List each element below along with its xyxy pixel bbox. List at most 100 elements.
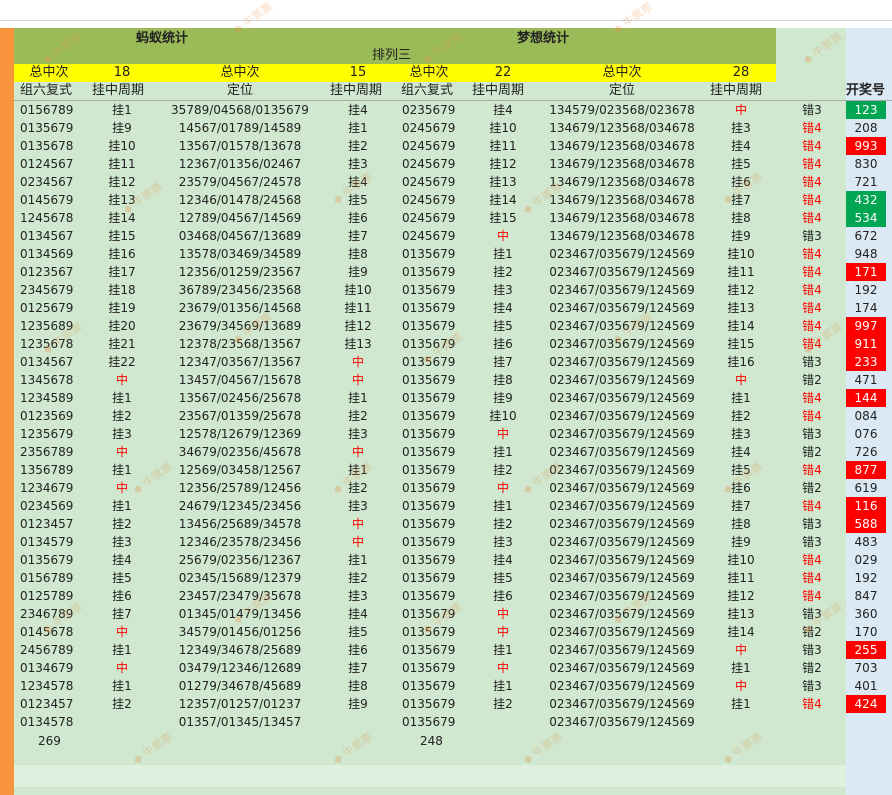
cell-cycle-c[interactable]: 挂1	[472, 497, 534, 515]
cell-cycle-d[interactable]: 挂1	[710, 659, 772, 677]
cell-combo-a[interactable]: 1234589	[20, 389, 90, 407]
cell-combo-b[interactable]: 0245679	[402, 119, 472, 137]
cell-pos-b[interactable]: 023467/035679/124569	[540, 353, 704, 371]
cell-result[interactable]: 877	[846, 461, 886, 479]
cell-pos-a[interactable]: 24679/12345/23456	[160, 497, 320, 515]
cell-cycle-d[interactable]: 挂4	[710, 137, 772, 155]
cell-result[interactable]: 672	[846, 227, 886, 245]
cell-combo-a[interactable]: 2456789	[20, 641, 90, 659]
cell-cycle-b[interactable]: 中	[328, 443, 388, 461]
cell-cycle-b[interactable]: 挂6	[328, 641, 388, 659]
cell-cycle-d[interactable]: 挂3	[710, 425, 772, 443]
cell-cycle-d[interactable]: 挂8	[710, 515, 772, 533]
cell-combo-a[interactable]: 0134569	[20, 245, 90, 263]
cell-pos-b[interactable]: 023467/035679/124569	[540, 245, 704, 263]
cell-pos-a[interactable]: 23679/34569/13689	[160, 317, 320, 335]
cell-combo-a[interactable]: 2345679	[20, 281, 90, 299]
cell-cycle-c[interactable]: 挂4	[472, 299, 534, 317]
cell-cycle-b[interactable]: 挂4	[328, 605, 388, 623]
cell-pos-a[interactable]: 13457/04567/15678	[160, 371, 320, 389]
cell-cycle-b[interactable]: 中	[328, 371, 388, 389]
cell-miss-count[interactable]: 错4	[790, 407, 834, 425]
cell-cycle-c[interactable]: 挂10	[472, 119, 534, 137]
cell-combo-a[interactable]: 0123567	[20, 263, 90, 281]
cell-cycle-c[interactable]: 中	[472, 227, 534, 245]
cell-cycle-a[interactable]: 挂5	[92, 569, 152, 587]
cell-miss-count[interactable]: 错3	[790, 641, 834, 659]
cell-pos-a[interactable]: 01345/01479/13456	[160, 605, 320, 623]
cell-cycle-c[interactable]: 挂8	[472, 371, 534, 389]
cell-cycle-c[interactable]: 挂6	[472, 335, 534, 353]
cell-combo-b[interactable]: 0135679	[402, 335, 472, 353]
cell-cycle-b[interactable]: 中	[328, 533, 388, 551]
cell-result[interactable]: 948	[846, 245, 886, 263]
cell-pos-b[interactable]: 023467/035679/124569	[540, 263, 704, 281]
cell-cycle-d[interactable]: 挂9	[710, 227, 772, 245]
cell-cycle-c[interactable]: 挂2	[472, 695, 534, 713]
cell-miss-count[interactable]: 错4	[790, 335, 834, 353]
cell-result[interactable]: 171	[846, 263, 886, 281]
cell-result[interactable]	[846, 713, 886, 731]
cell-combo-a[interactable]: 0135679	[20, 551, 90, 569]
cell-pos-b[interactable]: 134679/123568/034678	[540, 191, 704, 209]
cell-cycle-d[interactable]: 挂1	[710, 695, 772, 713]
cell-cycle-d[interactable]: 挂11	[710, 569, 772, 587]
cell-cycle-c[interactable]: 挂2	[472, 263, 534, 281]
cell-cycle-c[interactable]: 挂9	[472, 389, 534, 407]
cell-cycle-a[interactable]: 挂17	[92, 263, 152, 281]
cell-pos-b[interactable]: 134679/123568/034678	[540, 173, 704, 191]
cell-cycle-b[interactable]: 挂3	[328, 425, 388, 443]
cell-miss-count[interactable]: 错3	[790, 101, 834, 119]
cell-pos-b[interactable]: 023467/035679/124569	[540, 281, 704, 299]
cell-pos-b[interactable]: 134679/123568/034678	[540, 155, 704, 173]
cell-cycle-d[interactable]: 挂3	[710, 119, 772, 137]
cell-cycle-c[interactable]: 挂14	[472, 191, 534, 209]
cell-combo-a[interactable]: 0134567	[20, 227, 90, 245]
cell-pos-a[interactable]: 35789/04568/0135679	[160, 101, 320, 119]
cell-pos-b[interactable]: 134579/023568/023678	[540, 101, 704, 119]
cell-cycle-b[interactable]: 挂3	[328, 587, 388, 605]
cell-pos-a[interactable]: 13456/25689/34578	[160, 515, 320, 533]
cell-result[interactable]: 116	[846, 497, 886, 515]
cell-cycle-a[interactable]: 挂2	[92, 695, 152, 713]
cell-combo-b[interactable]: 0135679	[402, 641, 472, 659]
cell-cycle-b[interactable]: 挂4	[328, 173, 388, 191]
cell-result[interactable]: 192	[846, 281, 886, 299]
cell-cycle-b[interactable]: 挂2	[328, 407, 388, 425]
cell-result[interactable]: 208	[846, 119, 886, 137]
cell-cycle-b[interactable]: 挂8	[328, 245, 388, 263]
cell-pos-b[interactable]: 023467/035679/124569	[540, 605, 704, 623]
cell-combo-a[interactable]: 1235689	[20, 317, 90, 335]
cell-cycle-c[interactable]: 挂11	[472, 137, 534, 155]
cell-miss-count[interactable]: 错4	[790, 263, 834, 281]
cell-cycle-c[interactable]: 挂10	[472, 407, 534, 425]
cell-combo-a[interactable]: 0145678	[20, 623, 90, 641]
cell-combo-b[interactable]: 0135679	[402, 281, 472, 299]
cell-cycle-a[interactable]: 挂14	[92, 209, 152, 227]
cell-cycle-b[interactable]: 挂5	[328, 191, 388, 209]
cell-combo-b[interactable]: 0135679	[402, 479, 472, 497]
cell-combo-a[interactable]: 1235678	[20, 335, 90, 353]
cell-cycle-c[interactable]: 挂13	[472, 173, 534, 191]
cell-pos-b[interactable]: 023467/035679/124569	[540, 677, 704, 695]
cell-result[interactable]: 588	[846, 515, 886, 533]
cell-cycle-d[interactable]: 挂10	[710, 245, 772, 263]
cell-cycle-b[interactable]: 挂9	[328, 263, 388, 281]
cell-combo-a[interactable]: 0135679	[20, 119, 90, 137]
cell-cycle-a[interactable]: 挂7	[92, 605, 152, 623]
cell-cycle-c[interactable]: 挂3	[472, 281, 534, 299]
cell-pos-a[interactable]: 12349/34678/25689	[160, 641, 320, 659]
cell-pos-a[interactable]: 12789/04567/14569	[160, 209, 320, 227]
cell-pos-a[interactable]: 23579/04567/24578	[160, 173, 320, 191]
cell-combo-a[interactable]: 0234567	[20, 173, 90, 191]
cell-cycle-c[interactable]: 挂1	[472, 677, 534, 695]
cell-miss-count[interactable]: 错3	[790, 515, 834, 533]
cell-cycle-b[interactable]: 中	[328, 515, 388, 533]
cell-cycle-a[interactable]: 挂2	[92, 515, 152, 533]
cell-combo-a[interactable]: 1234578	[20, 677, 90, 695]
cell-cycle-a[interactable]: 挂22	[92, 353, 152, 371]
cell-result[interactable]: 911	[846, 335, 886, 353]
cell-miss-count[interactable]: 错4	[790, 497, 834, 515]
cell-result[interactable]: 401	[846, 677, 886, 695]
cell-cycle-c[interactable]	[472, 713, 534, 731]
